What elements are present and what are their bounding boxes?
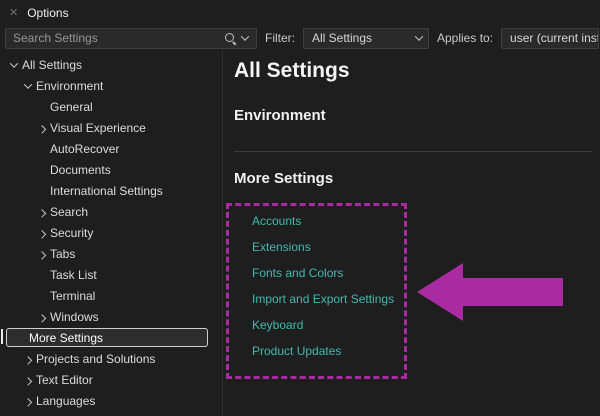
search-options-chevron-down-icon[interactable] bbox=[238, 29, 252, 48]
tree-indent-spacer bbox=[34, 264, 50, 285]
chevron-right-icon[interactable] bbox=[20, 390, 36, 411]
chevron-down-icon bbox=[412, 29, 426, 48]
annotation-dashed-box: Accounts Extensions Fonts and Colors Imp… bbox=[226, 203, 407, 379]
chevron-right-icon[interactable] bbox=[34, 117, 50, 138]
tree-indent-spacer bbox=[34, 138, 50, 159]
dialog-title: Options bbox=[27, 6, 68, 20]
sidebar-item-security[interactable]: Security bbox=[0, 222, 222, 243]
sidebar-item-terminal[interactable]: Terminal bbox=[0, 285, 222, 306]
link-extensions[interactable]: Extensions bbox=[252, 234, 404, 260]
applies-to-label: Applies to: bbox=[435, 31, 495, 45]
dialog-icon: ✕ bbox=[9, 8, 18, 19]
sidebar-item-task-list[interactable]: Task List bbox=[0, 264, 222, 285]
dialog-title-bar: ✕ Options bbox=[0, 0, 600, 26]
sidebar-item-more-settings[interactable]: More Settings bbox=[6, 328, 208, 347]
chevron-right-icon[interactable] bbox=[34, 222, 50, 243]
sidebar-item-environment[interactable]: Environment bbox=[0, 75, 222, 96]
chevron-right-icon[interactable] bbox=[34, 201, 50, 222]
section-heading-more-settings: More Settings bbox=[234, 169, 592, 188]
link-product-updates[interactable]: Product Updates bbox=[252, 338, 404, 364]
arrow-shaft bbox=[463, 278, 563, 306]
active-item-indicator bbox=[1, 329, 3, 344]
sidebar-item-documents[interactable]: Documents bbox=[0, 159, 222, 180]
chevron-down-icon[interactable] bbox=[6, 54, 22, 75]
search-input[interactable] bbox=[6, 31, 223, 45]
more-settings-links: Accounts Extensions Fonts and Colors Imp… bbox=[229, 206, 404, 364]
chevron-right-icon[interactable] bbox=[34, 243, 50, 264]
chevron-right-icon[interactable] bbox=[34, 306, 50, 327]
sidebar-item-search[interactable]: Search bbox=[0, 201, 222, 222]
settings-toolbar: Filter: All Settings Applies to: user (c… bbox=[0, 26, 600, 50]
sidebar-item-visual-experience[interactable]: Visual Experience bbox=[0, 117, 222, 138]
link-fonts-and-colors[interactable]: Fonts and Colors bbox=[252, 260, 404, 286]
sidebar-item-languages[interactable]: Languages bbox=[0, 390, 222, 411]
search-box[interactable] bbox=[5, 28, 257, 49]
tree-indent-spacer bbox=[34, 180, 50, 201]
sidebar-item-projects-and-solutions[interactable]: Projects and Solutions bbox=[0, 348, 222, 369]
chevron-right-icon[interactable] bbox=[20, 348, 36, 369]
filter-dropdown-value: All Settings bbox=[312, 31, 372, 45]
section-heading-environment: Environment bbox=[234, 106, 592, 125]
sidebar-item-general[interactable]: General bbox=[0, 96, 222, 117]
search-icon[interactable] bbox=[223, 31, 238, 46]
tree-indent-spacer bbox=[34, 159, 50, 180]
link-import-and-export-settings[interactable]: Import and Export Settings bbox=[252, 286, 404, 312]
sidebar-item-all-settings[interactable]: All Settings bbox=[0, 54, 222, 75]
filter-dropdown[interactable]: All Settings bbox=[303, 28, 429, 49]
sidebar-item-tabs[interactable]: Tabs bbox=[0, 243, 222, 264]
tree-indent-spacer bbox=[34, 285, 50, 306]
section-divider bbox=[234, 151, 592, 152]
sidebar-item-text-editor[interactable]: Text Editor bbox=[0, 369, 222, 390]
arrow-head bbox=[417, 263, 463, 321]
sidebar-item-windows[interactable]: Windows bbox=[0, 306, 222, 327]
filter-label: Filter: bbox=[263, 31, 297, 45]
page-title: All Settings bbox=[234, 58, 592, 84]
chevron-right-icon[interactable] bbox=[20, 369, 36, 390]
annotation-arrow-left-icon bbox=[417, 263, 563, 321]
sidebar-item-autorecover[interactable]: AutoRecover bbox=[0, 138, 222, 159]
link-keyboard[interactable]: Keyboard bbox=[252, 312, 404, 338]
sidebar-item-international-settings[interactable]: International Settings bbox=[0, 180, 222, 201]
chevron-down-icon[interactable] bbox=[20, 75, 36, 96]
settings-tree: All Settings Environment General Visual … bbox=[0, 54, 222, 416]
tree-indent-spacer bbox=[34, 96, 50, 117]
link-accounts[interactable]: Accounts bbox=[252, 208, 404, 234]
applies-to-value[interactable]: user (current install) bbox=[501, 28, 599, 49]
